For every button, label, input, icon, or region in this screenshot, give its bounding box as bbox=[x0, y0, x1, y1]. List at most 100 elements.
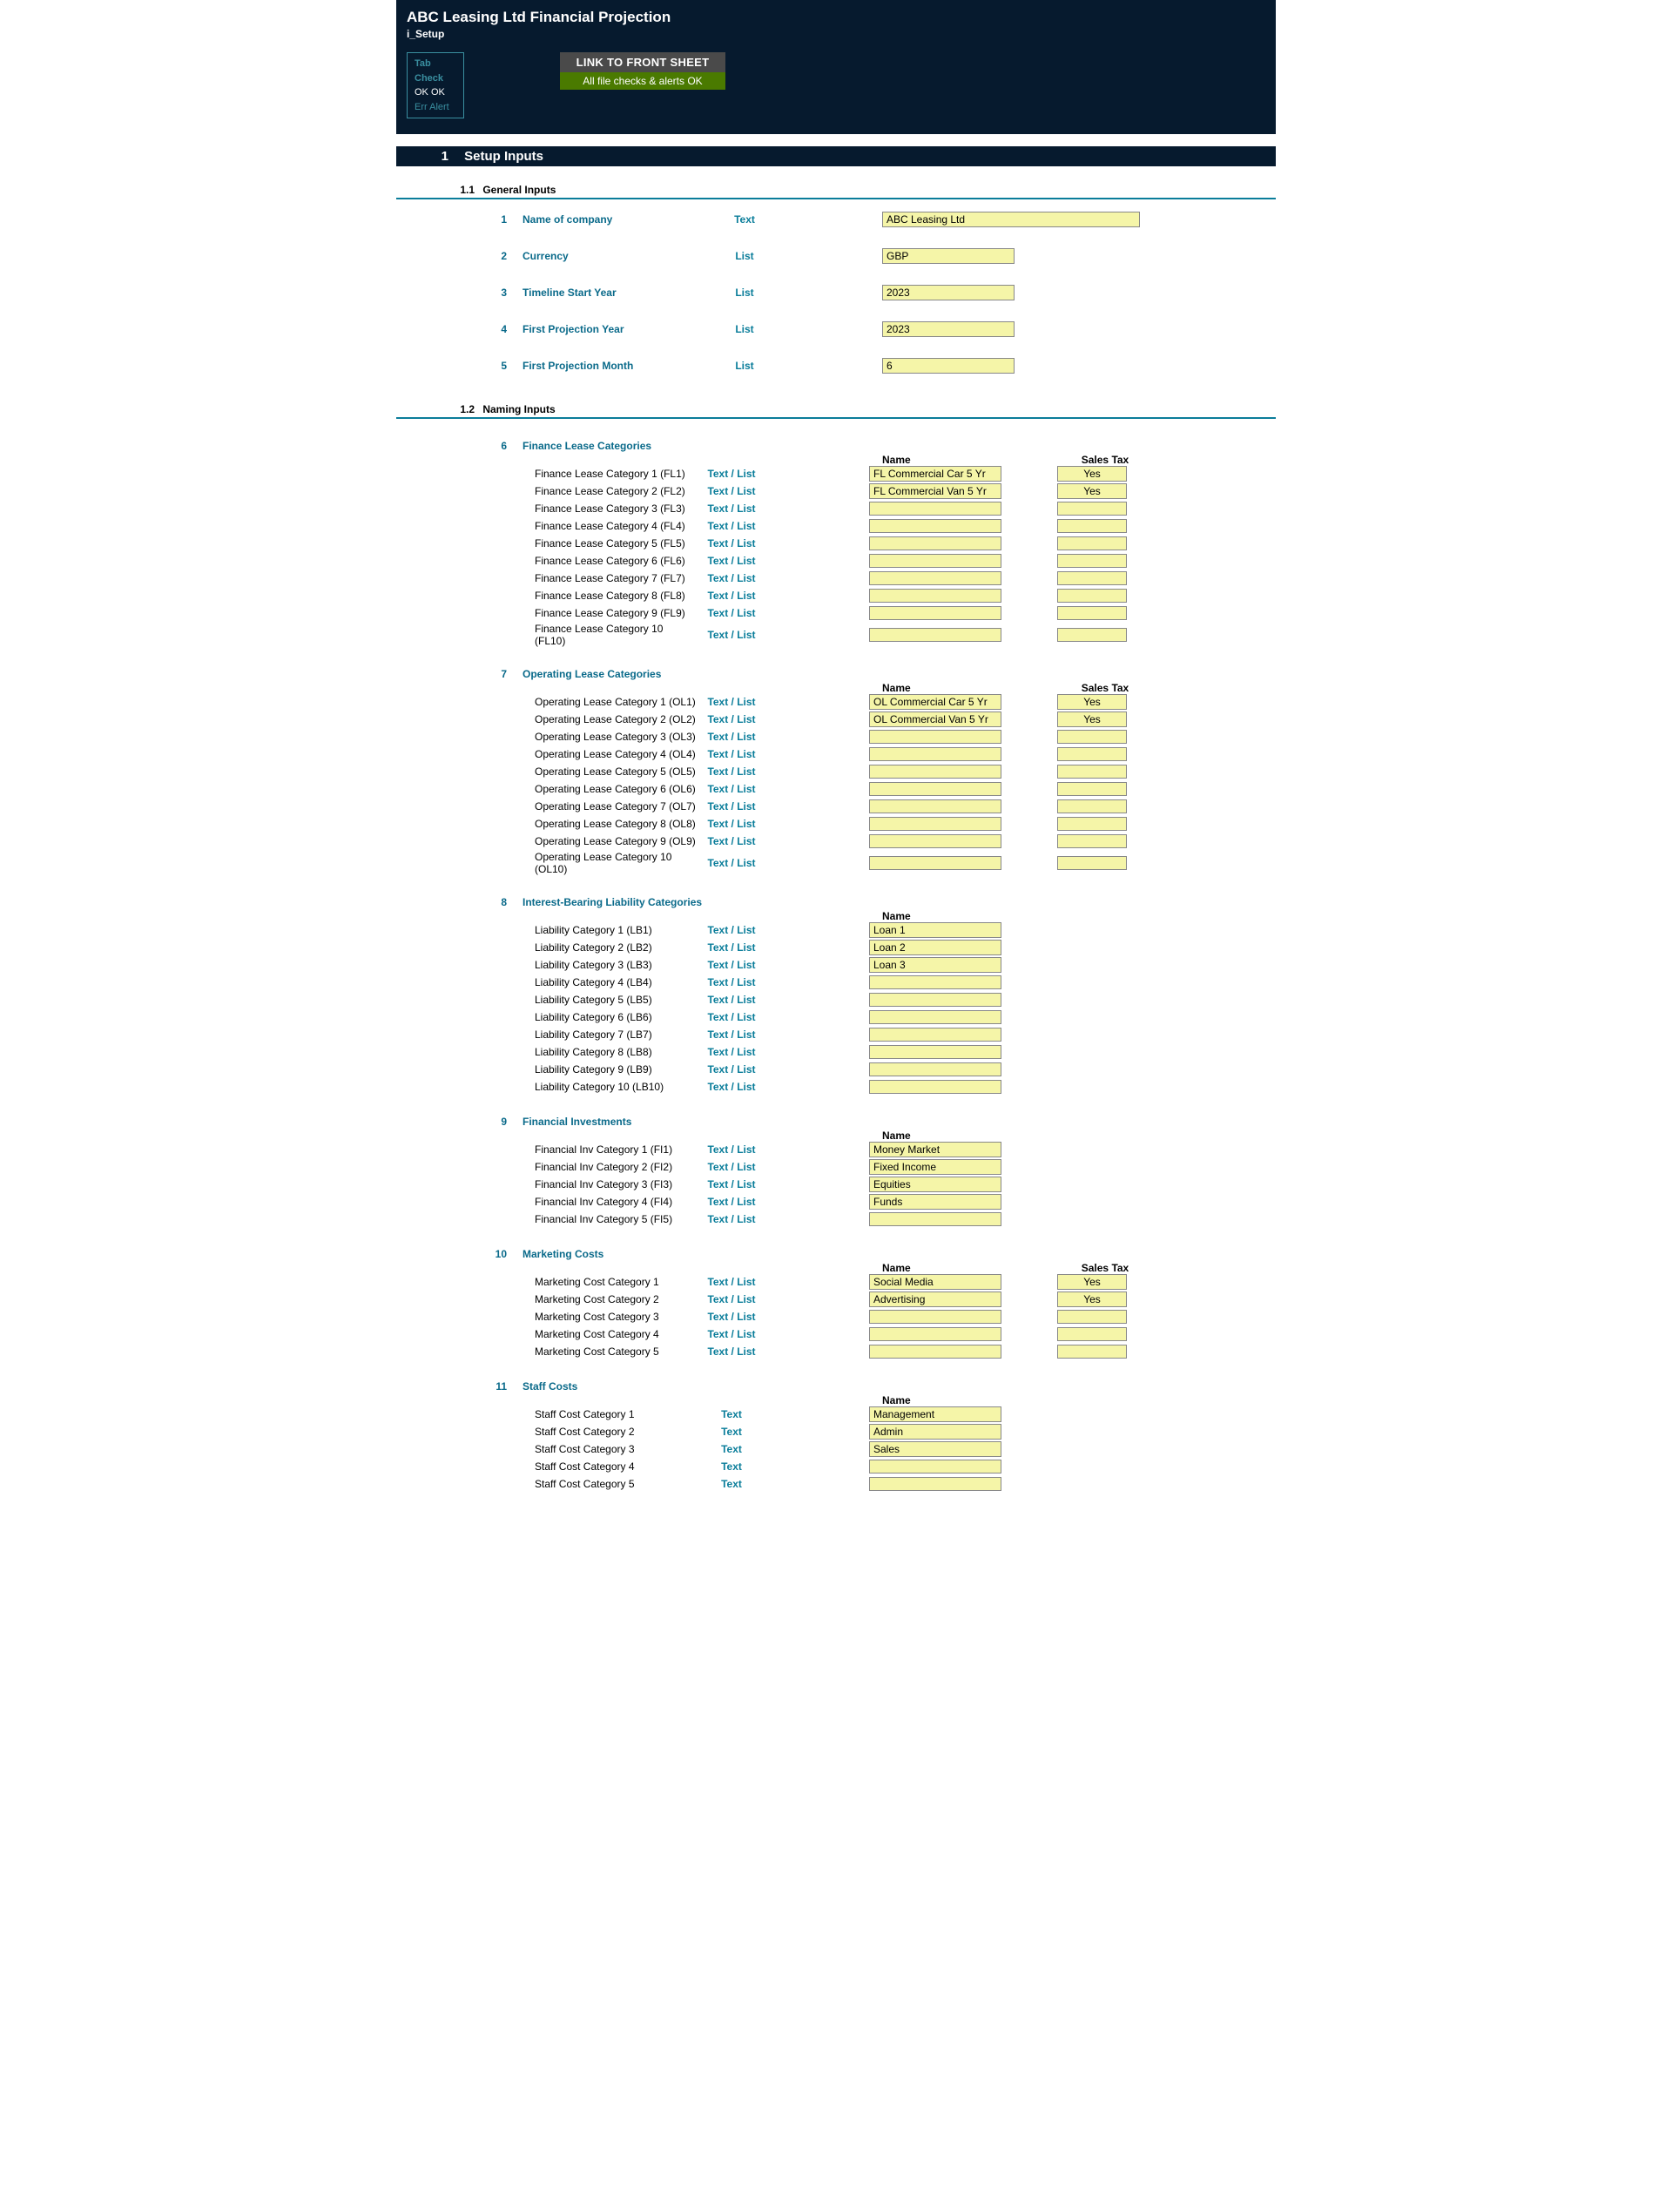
tax-input[interactable] bbox=[1057, 782, 1127, 796]
tax-input[interactable] bbox=[1057, 628, 1127, 642]
name-input[interactable]: Loan 3 bbox=[869, 957, 1001, 973]
name-input[interactable] bbox=[869, 1045, 1001, 1059]
name-input[interactable] bbox=[869, 589, 1001, 603]
name-input[interactable]: Loan 1 bbox=[869, 922, 1001, 938]
name-input[interactable] bbox=[869, 1310, 1001, 1324]
name-input[interactable]: Advertising bbox=[869, 1291, 1001, 1307]
tax-input[interactable] bbox=[1057, 519, 1127, 533]
tax-input[interactable] bbox=[1057, 554, 1127, 568]
name-input[interactable] bbox=[869, 1010, 1001, 1024]
group-header: NameSales Tax bbox=[396, 454, 1276, 466]
tax-input[interactable] bbox=[1057, 502, 1127, 516]
name-input[interactable]: Management bbox=[869, 1406, 1001, 1422]
category-label: Operating Lease Category 10 (OL10) bbox=[522, 851, 697, 875]
name-input[interactable] bbox=[869, 1062, 1001, 1076]
name-input[interactable] bbox=[869, 628, 1001, 642]
input-cell[interactable]: ABC Leasing Ltd bbox=[882, 212, 1140, 227]
list-item: Staff Cost Category 4Text bbox=[396, 1459, 1276, 1474]
name-input[interactable] bbox=[869, 730, 1001, 744]
tax-input[interactable] bbox=[1057, 817, 1127, 831]
input-cell[interactable]: 2023 bbox=[882, 285, 1015, 300]
group-header: Name bbox=[396, 1394, 1276, 1406]
name-input[interactable] bbox=[869, 502, 1001, 516]
input-cell[interactable]: 2023 bbox=[882, 321, 1015, 337]
tax-input[interactable] bbox=[1057, 1345, 1127, 1359]
category-label: Finance Lease Category 5 (FL5) bbox=[522, 537, 697, 550]
group-header: NameSales Tax bbox=[396, 682, 1276, 694]
name-input[interactable]: Equities bbox=[869, 1177, 1001, 1192]
row-number: 1 bbox=[396, 213, 522, 226]
name-input[interactable]: Funds bbox=[869, 1194, 1001, 1210]
section-number: 1 bbox=[396, 149, 448, 164]
category-type: Text / List bbox=[697, 537, 766, 550]
group-title-row: 8Interest-Bearing Liability Categories bbox=[396, 896, 1276, 908]
input-cell[interactable]: 6 bbox=[882, 358, 1015, 374]
tax-input[interactable]: Yes bbox=[1057, 483, 1127, 499]
tax-input[interactable] bbox=[1057, 834, 1127, 848]
name-input[interactable] bbox=[869, 817, 1001, 831]
name-input[interactable]: Loan 2 bbox=[869, 940, 1001, 955]
tax-input[interactable]: Yes bbox=[1057, 466, 1127, 482]
name-input[interactable] bbox=[869, 1460, 1001, 1474]
tax-input[interactable] bbox=[1057, 747, 1127, 761]
row-type: List bbox=[710, 323, 779, 335]
tax-input[interactable] bbox=[1057, 1327, 1127, 1341]
tax-input[interactable]: Yes bbox=[1057, 1274, 1127, 1290]
tax-input[interactable]: Yes bbox=[1057, 694, 1127, 710]
name-input[interactable] bbox=[869, 1028, 1001, 1042]
column-header-tax: Sales Tax bbox=[1070, 454, 1140, 466]
tax-input[interactable] bbox=[1057, 1310, 1127, 1324]
tax-input[interactable] bbox=[1057, 571, 1127, 585]
name-input[interactable] bbox=[869, 747, 1001, 761]
name-input[interactable] bbox=[869, 975, 1001, 989]
name-input[interactable] bbox=[869, 1345, 1001, 1359]
name-input[interactable] bbox=[869, 782, 1001, 796]
list-item: Operating Lease Category 9 (OL9)Text / L… bbox=[396, 833, 1276, 849]
category-label: Liability Category 8 (LB8) bbox=[522, 1046, 697, 1058]
name-input[interactable] bbox=[869, 799, 1001, 813]
name-input[interactable] bbox=[869, 571, 1001, 585]
name-input[interactable] bbox=[869, 834, 1001, 848]
category-type: Text bbox=[697, 1443, 766, 1455]
name-input[interactable]: OL Commercial Van 5 Yr bbox=[869, 711, 1001, 727]
name-input[interactable] bbox=[869, 765, 1001, 779]
tax-input[interactable]: Yes bbox=[1057, 711, 1127, 727]
tax-input[interactable] bbox=[1057, 856, 1127, 870]
name-input[interactable] bbox=[869, 993, 1001, 1007]
list-item: Liability Category 8 (LB8)Text / List bbox=[396, 1044, 1276, 1060]
tax-input[interactable] bbox=[1057, 730, 1127, 744]
group-title-row: 7Operating Lease Categories bbox=[396, 668, 1276, 680]
name-input[interactable]: Admin bbox=[869, 1424, 1001, 1440]
category-label: Operating Lease Category 5 (OL5) bbox=[522, 765, 697, 778]
input-cell[interactable]: GBP bbox=[882, 248, 1015, 264]
tax-input[interactable] bbox=[1057, 606, 1127, 620]
name-input[interactable] bbox=[869, 1327, 1001, 1341]
front-sheet-link-box: LINK TO FRONT SHEET All file checks & al… bbox=[560, 52, 725, 118]
name-input[interactable] bbox=[869, 606, 1001, 620]
tax-input[interactable]: Yes bbox=[1057, 1291, 1127, 1307]
category-label: Finance Lease Category 9 (FL9) bbox=[522, 607, 697, 619]
name-input[interactable] bbox=[869, 519, 1001, 533]
category-type: Text / List bbox=[697, 1046, 766, 1058]
name-input[interactable]: Money Market bbox=[869, 1142, 1001, 1157]
name-input[interactable] bbox=[869, 856, 1001, 870]
row-type: List bbox=[710, 250, 779, 262]
name-input[interactable]: FL Commercial Car 5 Yr bbox=[869, 466, 1001, 482]
list-item: Liability Category 4 (LB4)Text / List bbox=[396, 974, 1276, 990]
name-input[interactable]: FL Commercial Van 5 Yr bbox=[869, 483, 1001, 499]
tax-input[interactable] bbox=[1057, 765, 1127, 779]
name-input[interactable]: OL Commercial Car 5 Yr bbox=[869, 694, 1001, 710]
name-input[interactable] bbox=[869, 1080, 1001, 1094]
front-sheet-link[interactable]: LINK TO FRONT SHEET bbox=[560, 52, 725, 72]
name-input[interactable] bbox=[869, 1477, 1001, 1491]
name-input[interactable] bbox=[869, 1212, 1001, 1226]
tax-input[interactable] bbox=[1057, 589, 1127, 603]
category-label: Operating Lease Category 2 (OL2) bbox=[522, 713, 697, 725]
name-input[interactable]: Sales bbox=[869, 1441, 1001, 1457]
name-input[interactable] bbox=[869, 536, 1001, 550]
tax-input[interactable] bbox=[1057, 536, 1127, 550]
tax-input[interactable] bbox=[1057, 799, 1127, 813]
name-input[interactable] bbox=[869, 554, 1001, 568]
name-input[interactable]: Social Media bbox=[869, 1274, 1001, 1290]
name-input[interactable]: Fixed Income bbox=[869, 1159, 1001, 1175]
